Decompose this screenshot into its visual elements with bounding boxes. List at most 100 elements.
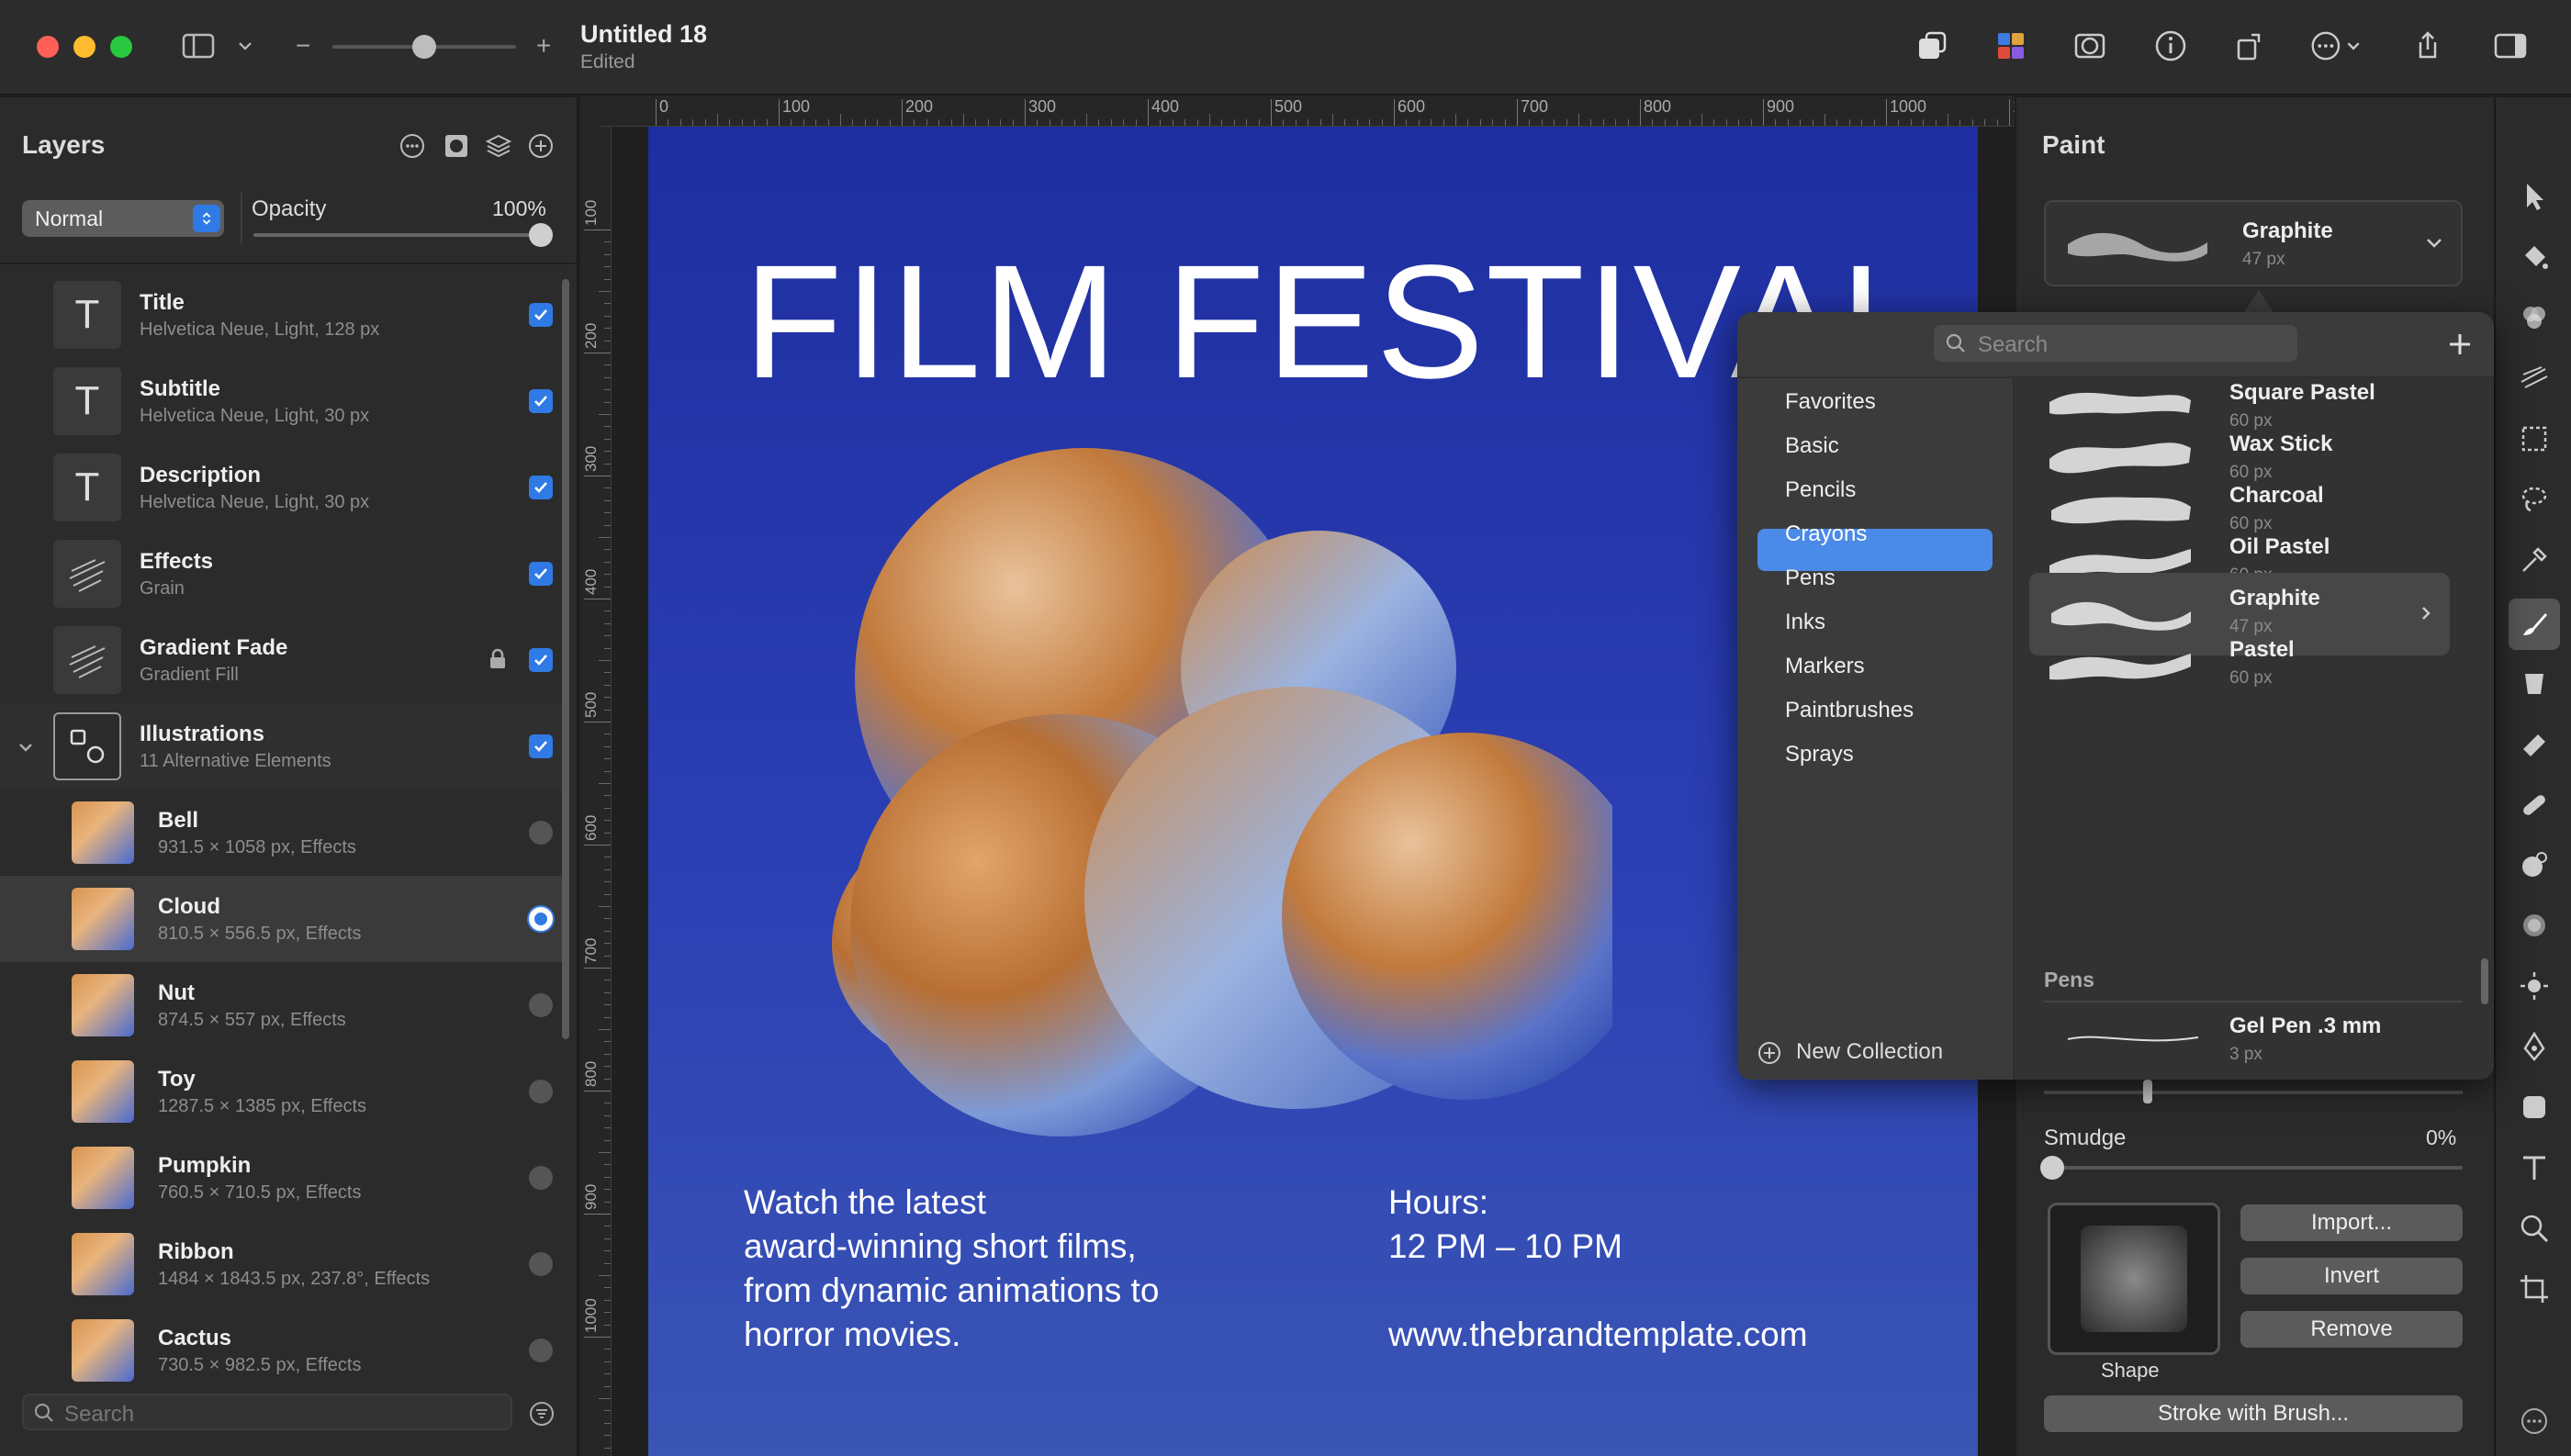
paint-bucket-icon[interactable] <box>2514 237 2554 277</box>
filter-icon[interactable] <box>529 1401 555 1427</box>
lighten-tool-icon[interactable] <box>2514 966 2554 1006</box>
disclosure-chevron-icon[interactable] <box>17 738 35 756</box>
collection-item-basic[interactable]: Basic <box>1785 433 1839 459</box>
share-icon[interactable] <box>2408 26 2448 66</box>
info-icon[interactable] <box>2150 26 2191 66</box>
lock-icon[interactable] <box>488 648 507 670</box>
layer-select-radio[interactable] <box>529 907 553 931</box>
paint-brush-icon[interactable] <box>2509 599 2560 650</box>
brush-shape-preview[interactable] <box>2048 1203 2220 1355</box>
layer-row-toy[interactable]: Toy 1287.5 × 1385 px, Effects <box>0 1048 567 1135</box>
layer-list-scrollbar[interactable] <box>562 279 569 1039</box>
chevron-right-icon[interactable] <box>2417 604 2435 622</box>
horizontal-ruler[interactable]: 0 100 200 300 400 500 600 700 800 900 1000 1 <box>599 95 2015 127</box>
layer-visibility-checkbox[interactable] <box>529 562 553 586</box>
layer-row-cloud[interactable]: Cloud 810.5 × 556.5 px, Effects <box>0 876 567 962</box>
pen-tool-icon[interactable] <box>2514 1026 2554 1067</box>
paint-can-icon[interactable] <box>2514 663 2554 703</box>
collection-item-paintbrushes[interactable]: Paintbrushes <box>1785 698 1914 723</box>
zoom-out-button[interactable]: − <box>296 31 310 61</box>
layer-select-radio[interactable] <box>529 1338 553 1362</box>
color-palette-icon[interactable] <box>1991 26 2031 66</box>
layer-row-gradient-fade[interactable]: Gradient Fade Gradient Fill <box>0 617 567 703</box>
clone-tool-icon[interactable] <box>2514 845 2554 885</box>
mask-icon[interactable] <box>2070 26 2110 66</box>
more-options-icon[interactable] <box>2307 26 2371 66</box>
smudge-slider-knob[interactable] <box>2040 1156 2064 1180</box>
collection-item-pencils[interactable]: Pencils <box>1785 477 1856 503</box>
layer-row-subtitle[interactable]: T Subtitle Helvetica Neue, Light, 30 px <box>0 358 567 444</box>
layer-row-bell[interactable]: Bell 931.5 × 1058 px, Effects <box>0 790 567 876</box>
minimize-window-button[interactable] <box>73 36 95 58</box>
opacity-slider[interactable] <box>253 223 553 247</box>
zoom-slider-knob[interactable] <box>412 35 436 59</box>
zoom-tool-icon[interactable] <box>2514 1208 2554 1249</box>
rotate-icon[interactable] <box>2229 26 2270 66</box>
layer-select-radio[interactable] <box>529 1252 553 1276</box>
color-adjust-icon[interactable] <box>2514 297 2554 338</box>
zoom-window-button[interactable] <box>110 36 132 58</box>
more-tools-icon[interactable] <box>2514 1401 2554 1441</box>
layer-row-title[interactable]: T Title Helvetica Neue, Light, 128 px <box>0 272 567 358</box>
layer-select-radio[interactable] <box>529 821 553 845</box>
repair-tool-icon[interactable] <box>2514 784 2554 824</box>
collection-item-crayons[interactable]: Crayons <box>1785 521 1867 547</box>
layer-row-nut[interactable]: Nut 874.5 × 557 px, Effects <box>0 962 567 1048</box>
pointer-tool-icon[interactable] <box>2514 176 2554 217</box>
collection-item-pens[interactable]: Pens <box>1785 566 1836 591</box>
sidebar-toggle-icon[interactable] <box>178 26 219 66</box>
opacity-slider-knob[interactable] <box>529 223 553 247</box>
close-window-button[interactable] <box>37 36 59 58</box>
new-collection-button[interactable]: New Collection <box>1757 1037 2005 1069</box>
layer-visibility-checkbox[interactable] <box>529 389 553 413</box>
effects-tool-icon[interactable] <box>2514 358 2554 398</box>
cloud-illustration[interactable] <box>786 430 1612 1256</box>
size-slider-knob[interactable] <box>2143 1080 2152 1103</box>
layer-row-effects[interactable]: Effects Grain <box>0 531 567 617</box>
layer-row-cactus[interactable]: Cactus 730.5 × 982.5 px, Effects <box>0 1307 567 1394</box>
layer-visibility-checkbox[interactable] <box>529 734 553 758</box>
vertical-ruler[interactable]: 100 200 300 400 500 600 700 800 900 1000 <box>580 127 612 1456</box>
zoom-slider[interactable] <box>332 35 516 59</box>
layer-select-radio[interactable] <box>529 1166 553 1190</box>
layer-visibility-checkbox[interactable] <box>529 476 553 499</box>
size-slider[interactable] <box>2044 1080 2463 1103</box>
collection-item-markers[interactable]: Markers <box>1785 654 1865 679</box>
layer-select-radio[interactable] <box>529 1080 553 1103</box>
poster-description[interactable]: Watch the latest award-winning short fil… <box>744 1181 1159 1357</box>
add-layer-icon[interactable] <box>527 132 555 160</box>
add-brush-icon[interactable] <box>2446 330 2474 358</box>
layer-row-illustrations[interactable]: Illustrations 11 Alternative Elements <box>0 703 567 790</box>
brush-item-pastel[interactable]: Pastel 60 px <box>2029 624 2450 707</box>
inspector-toggle-icon[interactable] <box>2490 26 2531 66</box>
import-button[interactable]: Import... <box>2240 1204 2463 1241</box>
layer-row-ribbon[interactable]: Ribbon 1484 × 1843.5 px, 237.8°, Effects <box>0 1221 567 1307</box>
lasso-select-icon[interactable] <box>2514 479 2554 520</box>
layers-stack-icon[interactable] <box>485 132 512 160</box>
layer-select-radio[interactable] <box>529 993 553 1017</box>
zoom-in-button[interactable]: + <box>536 31 551 61</box>
blend-mode-select[interactable]: Normal <box>22 200 224 237</box>
layer-visibility-checkbox[interactable] <box>529 303 553 327</box>
collection-item-sprays[interactable]: Sprays <box>1785 742 1854 767</box>
stroke-with-brush-button[interactable]: Stroke with Brush... <box>2044 1395 2463 1432</box>
blur-tool-icon[interactable] <box>2514 905 2554 946</box>
eraser-icon[interactable] <box>2514 723 2554 764</box>
layer-row-description[interactable]: T Description Helvetica Neue, Light, 30 px <box>0 444 567 531</box>
more-options-icon[interactable] <box>399 132 426 160</box>
shape-tool-icon[interactable] <box>2514 1087 2554 1127</box>
mask-layer-icon[interactable] <box>443 132 470 160</box>
brush-item-gel-pen[interactable]: Gel Pen .3 mm 3 px <box>2042 1014 2464 1069</box>
duplicate-layer-icon[interactable] <box>1912 26 1952 66</box>
rectangle-select-icon[interactable] <box>2514 419 2554 459</box>
invert-button[interactable]: Invert <box>2240 1258 2463 1294</box>
poster-hours[interactable]: Hours: 12 PM – 10 PM www.thebrandtemplat… <box>1388 1181 1808 1357</box>
collection-item-inks[interactable]: Inks <box>1785 610 1825 635</box>
smudge-slider[interactable] <box>2040 1156 2463 1180</box>
layer-visibility-checkbox[interactable] <box>529 648 553 672</box>
color-picker-icon[interactable] <box>2514 540 2554 580</box>
layer-search-input[interactable]: Search <box>22 1394 512 1430</box>
text-tool-icon[interactable] <box>2514 1148 2554 1188</box>
crop-tool-icon[interactable] <box>2514 1269 2554 1309</box>
brush-list-scrollbar[interactable] <box>2481 958 2488 1004</box>
